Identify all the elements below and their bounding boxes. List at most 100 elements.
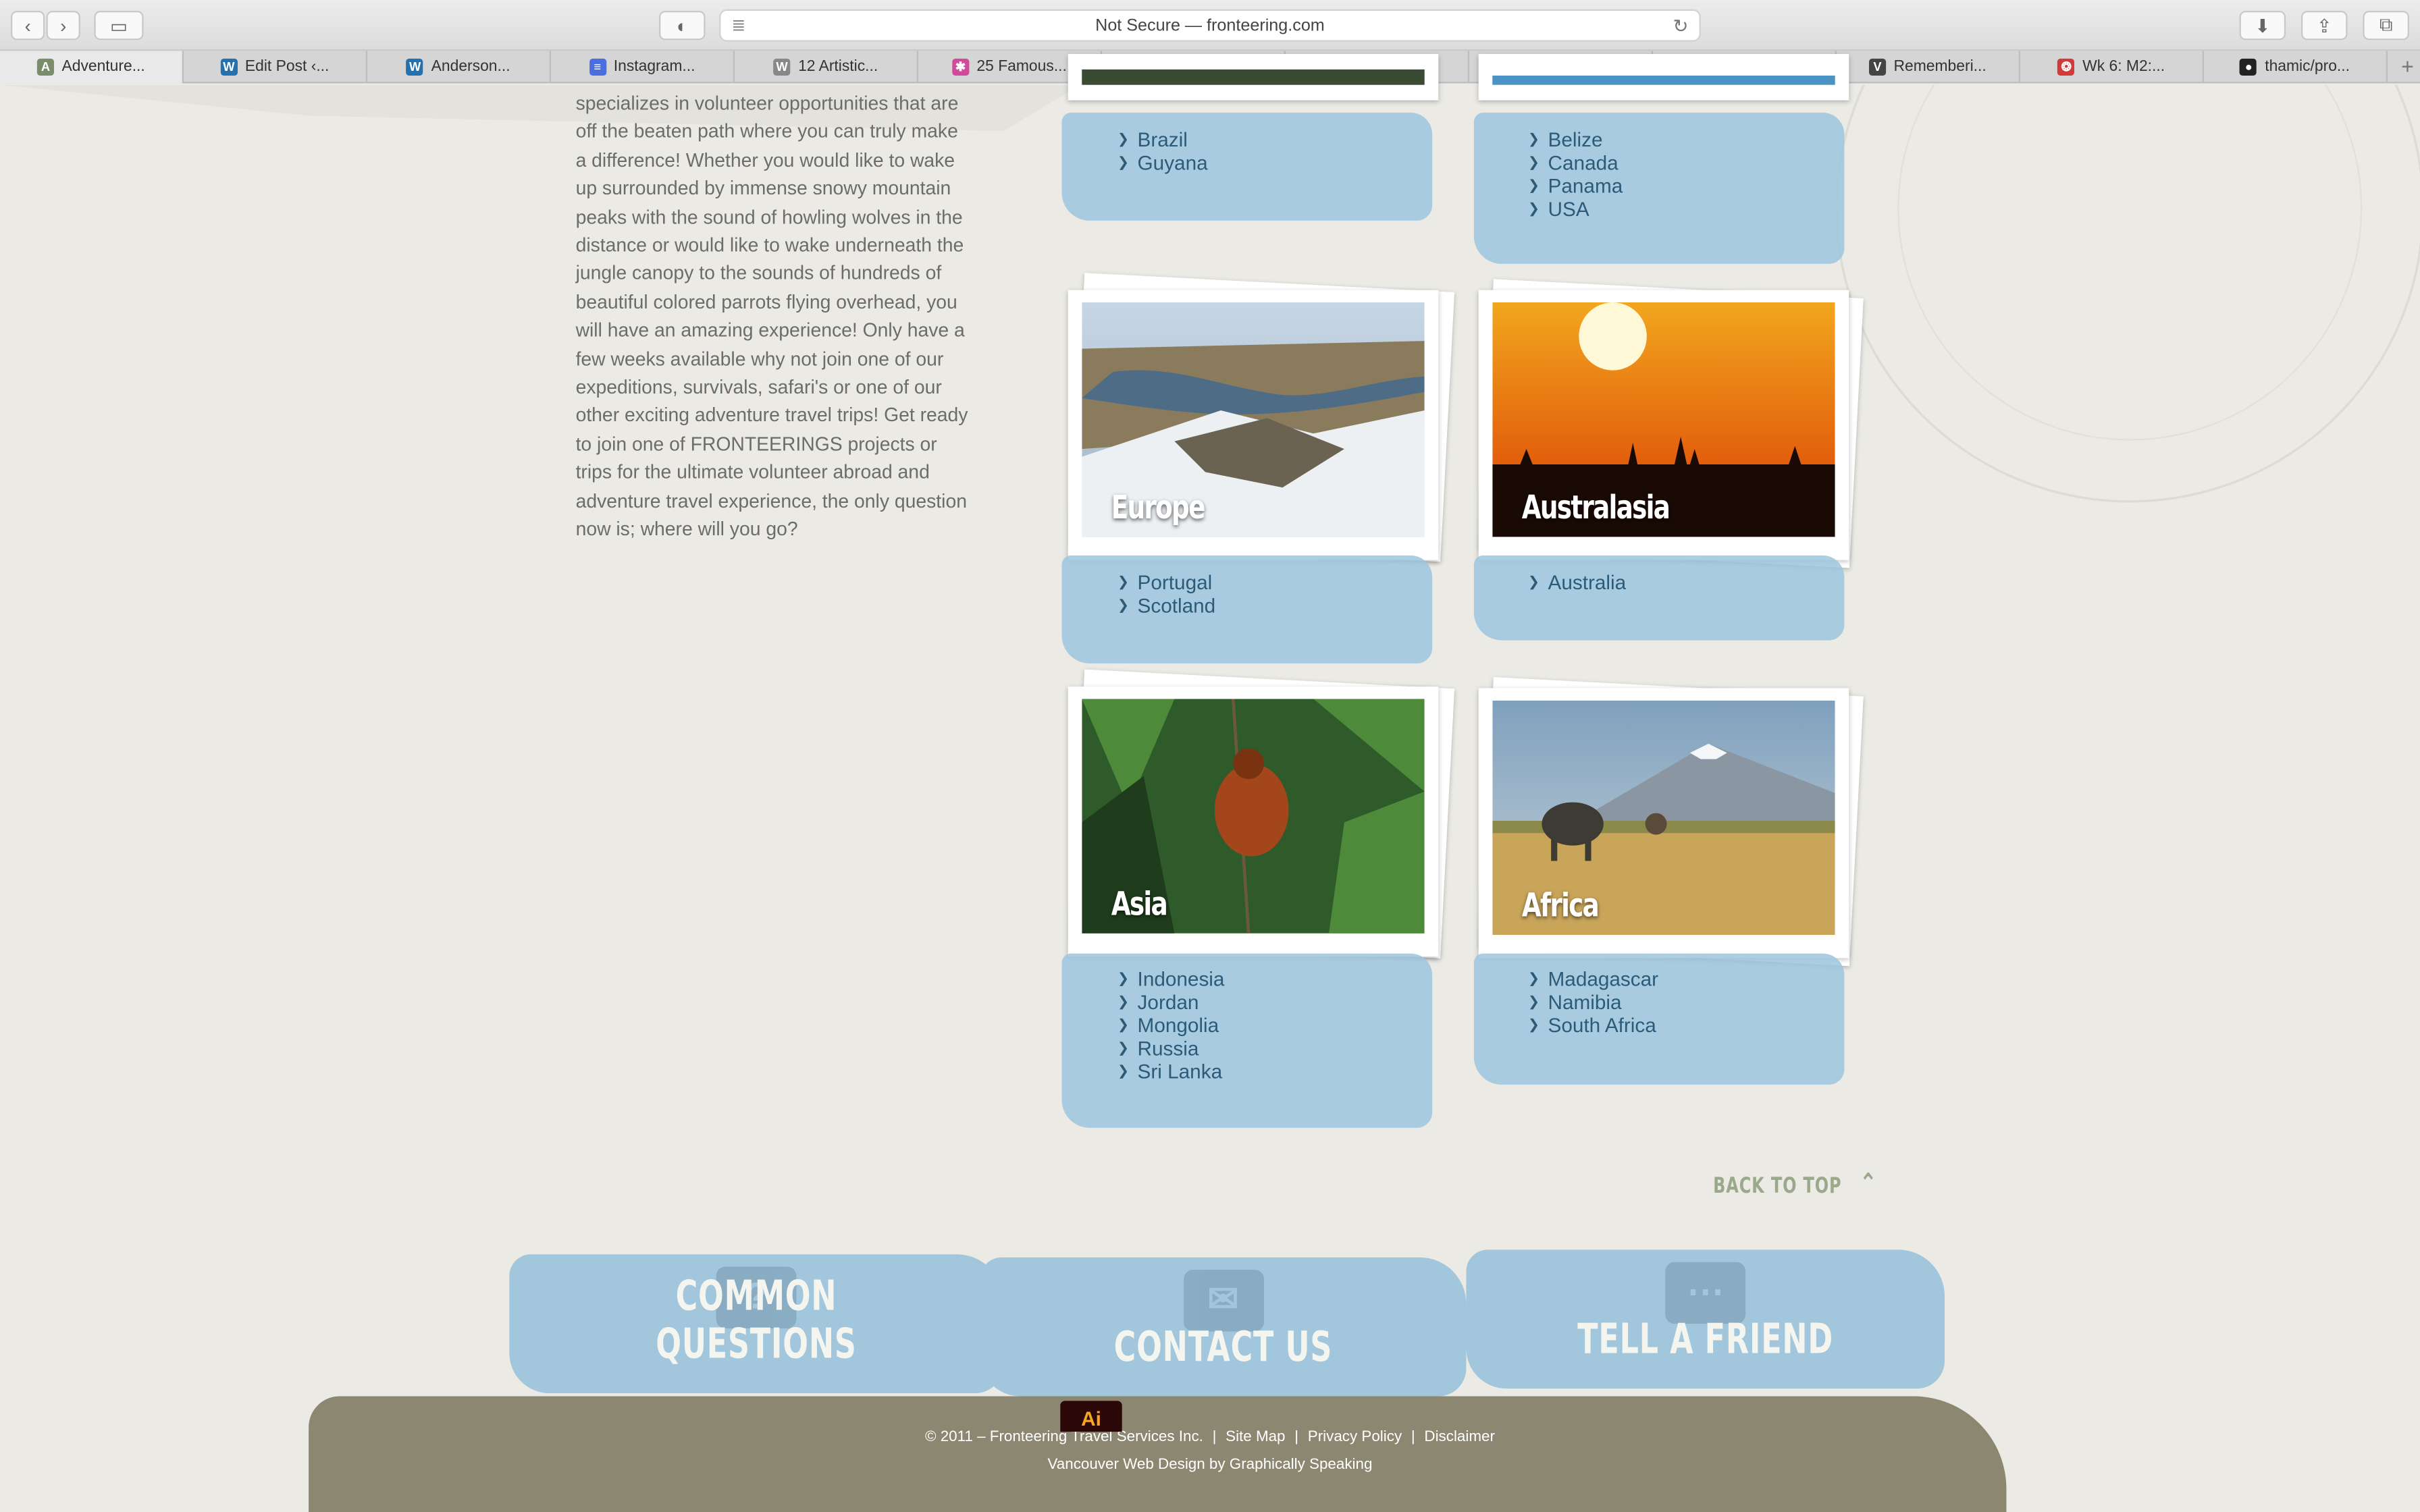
country-link[interactable]: ❯ Namibia <box>1528 990 1658 1013</box>
region-label-asia: Asia <box>1111 885 1168 923</box>
photo-card-north-america[interactable] <box>1478 53 1849 101</box>
arrow-icon: ❯ <box>1117 970 1130 986</box>
privacy-policy-link[interactable]: Privacy Policy <box>1308 1429 1402 1446</box>
tab-label: Anderson... <box>431 58 510 76</box>
reload-icon[interactable]: ↻ <box>1673 15 1689 36</box>
address-text: Not Secure — fronteering.com <box>1095 16 1325 35</box>
country-link[interactable]: ❯ Madagascar <box>1528 967 1658 990</box>
country-list-africa: ❯ Madagascar ❯ Namibia ❯ South Africa <box>1528 967 1658 1037</box>
country-link[interactable]: ❯ Australia <box>1528 571 1626 594</box>
site-map-link[interactable]: Site Map <box>1226 1429 1285 1446</box>
country-list-south-america: ❯ Brazil ❯ Guyana <box>1117 128 1208 175</box>
tab-favicon-icon: ❂ <box>2057 58 2075 76</box>
tab-label: thamic/pro... <box>2265 58 2350 76</box>
arrow-icon: ❯ <box>1117 1040 1130 1056</box>
browser-tab[interactable]: ≡ Instagram... <box>551 51 735 84</box>
forward-icon[interactable]: › <box>46 10 80 40</box>
photo-card-europe[interactable]: Europe <box>1068 290 1439 560</box>
arrow-icon: ❯ <box>1117 131 1130 147</box>
photo-card-australasia[interactable]: Australasia <box>1478 290 1849 560</box>
country-link[interactable]: ❯ Jordan <box>1117 990 1225 1013</box>
contact-us-label: CONTACT US <box>1113 1324 1333 1372</box>
country-link[interactable]: ❯ Sri Lanka <box>1117 1060 1225 1083</box>
browser-tab[interactable]: ❂ Wk 6: M2:... <box>2020 51 2204 84</box>
tabs-overview-icon[interactable]: ⧉ <box>2363 10 2409 40</box>
photo-card-africa[interactable]: Africa <box>1478 688 1849 959</box>
reader-icon[interactable]: ≣ <box>731 16 745 35</box>
country-link[interactable]: ❯ Mongolia <box>1117 1014 1225 1037</box>
chevron-up-icon: ⌃ <box>1859 1168 1878 1201</box>
tab-label: Rememberi... <box>1893 58 1987 76</box>
tab-favicon-icon: ✱ <box>951 58 969 76</box>
country-link[interactable]: ❯ South Africa <box>1528 1014 1658 1037</box>
common-questions-button[interactable]: ? COMMON QUESTIONS <box>509 1254 1003 1393</box>
country-link[interactable]: ❯ Indonesia <box>1117 967 1225 990</box>
tab-favicon-icon: A <box>36 58 55 76</box>
country-link[interactable]: ❯ Portugal <box>1117 571 1215 594</box>
illustrator-dock-icon[interactable]: Ai <box>1060 1401 1122 1432</box>
footer-ground <box>309 1396 2007 1512</box>
region-label-australasia: Australasia <box>1521 489 1671 526</box>
back-to-top-link[interactable]: BACK TO TOP ⌃ <box>1713 1168 1877 1200</box>
browser-tab[interactable]: ● thamic/pro... <box>2204 51 2388 84</box>
tab-label: Wk 6: M2:... <box>2082 58 2165 76</box>
country-link[interactable]: ❯ Scotland <box>1117 594 1215 617</box>
tab-favicon-icon: ● <box>2240 58 2257 76</box>
region-label-africa: Africa <box>1521 887 1600 925</box>
design-credit[interactable]: Vancouver Web Design by Graphically Spea… <box>0 1457 2420 1474</box>
photo-card-asia[interactable]: Asia <box>1068 686 1439 957</box>
arrow-icon: ❯ <box>1527 1017 1540 1033</box>
country-list-australasia: ❯ Australia <box>1528 571 1626 594</box>
browser-tab[interactable]: V Rememberi... <box>1837 51 2020 84</box>
country-link[interactable]: ❯ Guyana <box>1117 151 1208 174</box>
country-link[interactable]: ❯ Brazil <box>1117 128 1208 151</box>
browser-tab[interactable]: A Adventure... <box>0 51 184 84</box>
country-link[interactable]: ❯ Russia <box>1117 1037 1225 1060</box>
sidebar-icon[interactable]: ▭ <box>94 10 144 40</box>
country-link[interactable]: ❯ USA <box>1528 198 1623 221</box>
country-list-asia: ❯ Indonesia ❯ Jordan ❯ Mongolia ❯ Russia ❯ Sr… <box>1117 967 1225 1083</box>
tab-label: 12 Artistic... <box>798 58 878 76</box>
country-list-europe: ❯ Portugal ❯ Scotland <box>1117 571 1215 618</box>
web-page: specializes in volunteer opportunities t… <box>0 53 2420 1512</box>
separator: | <box>1212 1428 1217 1446</box>
country-link[interactable]: ❯ Belize <box>1528 128 1623 151</box>
country-link[interactable]: ❯ Canada <box>1528 151 1623 174</box>
new-tab-icon[interactable]: + <box>2401 54 2414 79</box>
privacy-shield-icon[interactable]: ◐ <box>658 10 706 40</box>
photo-card-south-america[interactable] <box>1068 53 1439 101</box>
browser-tab[interactable]: W Anderson... <box>367 51 551 84</box>
tab-favicon-icon: W <box>406 58 424 76</box>
separator: | <box>1411 1428 1415 1446</box>
arrow-icon: ❯ <box>1527 970 1540 986</box>
tab-label: Adventure... <box>61 58 145 76</box>
address-bar[interactable]: ≣ Not Secure — fronteering.com ↻ <box>719 9 1701 42</box>
browser-tab[interactable]: W 12 Artistic... <box>735 51 918 84</box>
region-label-europe: Europe <box>1111 489 1206 526</box>
arrow-icon: ❯ <box>1527 993 1540 1009</box>
country-link[interactable]: ❯ Panama <box>1528 174 1623 197</box>
tell-a-friend-button[interactable]: ⋯ TELL A FRIEND <box>1466 1249 1945 1389</box>
disclaimer-link[interactable]: Disclaimer <box>1424 1429 1495 1446</box>
contact-us-button[interactable]: ✉ CONTACT US <box>980 1257 1467 1397</box>
common-questions-label: COMMON QUESTIONS <box>656 1272 857 1369</box>
arrow-icon: ❯ <box>1527 131 1540 147</box>
browser-tab[interactable]: W Edit Post ‹... <box>184 51 367 84</box>
arrow-icon: ❯ <box>1117 1017 1130 1033</box>
tab-label: 25 Famous... <box>976 58 1067 76</box>
tab-favicon-icon: W <box>773 58 791 76</box>
country-list-north-america: ❯ Belize ❯ Canada ❯ Panama ❯ USA <box>1528 128 1623 221</box>
arrow-icon: ❯ <box>1117 574 1130 590</box>
arrow-icon: ❯ <box>1117 597 1130 613</box>
back-icon[interactable]: ‹ <box>10 10 45 40</box>
arrow-icon: ❯ <box>1527 200 1540 216</box>
arrow-icon: ❯ <box>1117 993 1130 1009</box>
arrow-icon: ❯ <box>1117 1062 1130 1079</box>
tell-a-friend-label: TELL A FRIEND <box>1577 1316 1834 1364</box>
share-icon[interactable]: ⇪ <box>2300 10 2348 40</box>
download-icon[interactable]: ⬇ <box>2239 10 2286 40</box>
tab-favicon-icon: V <box>1868 58 1887 76</box>
browser-toolbar: ‹ › ▭ ◐ ≣ Not Secure — fronteering.com ↻… <box>0 0 2420 51</box>
brush-australasia <box>1473 555 1845 641</box>
arrow-icon: ❯ <box>1527 574 1540 590</box>
